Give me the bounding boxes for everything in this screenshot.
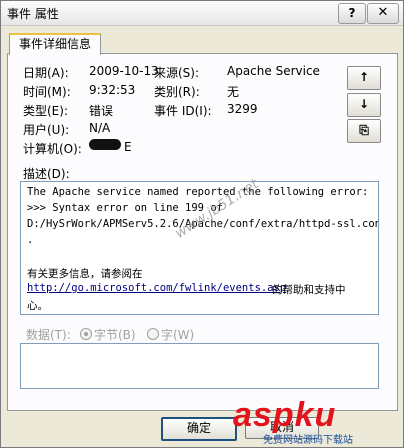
arrow-down-icon: ↓ (358, 97, 370, 111)
time-value: 9:32:53 (89, 83, 136, 97)
computer-label: 计算机(O): (23, 142, 82, 156)
close-button[interactable]: ✕ (367, 3, 399, 24)
category-value: 无 (227, 85, 240, 99)
words-radio-label: 字(W) (161, 328, 195, 342)
tab-event-details[interactable]: 事件详细信息 (9, 33, 101, 55)
description-label: 描述(D): (23, 167, 70, 181)
description-line: 有关更多信息，请参阅在 (27, 268, 143, 280)
category-label: 类别(R): (154, 85, 200, 99)
event-properties-window: 事件 属性 ? ✕ 事件详细信息 日期(A): 2009-10-13 来源(S)… (0, 0, 404, 448)
data-label: 数据(T): (26, 328, 71, 342)
site-logo-subtitle: 免费网站源码下载站 (263, 435, 353, 446)
ok-button[interactable]: 确定 (161, 417, 237, 441)
bytes-radio-label: 字节(B) (94, 328, 136, 342)
date-value: 2009-10-13 (89, 64, 159, 78)
description-line: The Apache service named reported the fo… (27, 186, 369, 198)
words-radio[interactable] (147, 328, 159, 340)
help-link[interactable]: http://go.microsoft.com/fwlink/events.as… (27, 282, 286, 294)
user-label: 用户(U): (23, 123, 70, 137)
event-id-value: 3299 (227, 102, 258, 116)
type-label: 类型(E): (23, 104, 68, 118)
next-event-button[interactable]: ↓ (347, 93, 381, 117)
help-button[interactable]: ? (338, 3, 366, 24)
source-value: Apache Service (227, 64, 320, 78)
description-line: 心。 (27, 300, 48, 312)
time-label: 时间(M): (23, 85, 71, 99)
title-bar[interactable]: 事件 属性 ? ✕ (1, 1, 403, 26)
description-line: 的帮助和支持中 (272, 284, 346, 296)
copy-button[interactable]: ⎘ (347, 119, 381, 143)
copy-icon: ⎘ (359, 123, 369, 137)
redacted-mark (89, 139, 121, 150)
window-title: 事件 属性 (7, 7, 59, 21)
description-textbox[interactable]: The Apache service named reported the fo… (20, 181, 379, 315)
arrow-up-icon: ↑ (358, 70, 370, 84)
computer-value: E (124, 140, 132, 154)
bytes-radio[interactable] (80, 328, 92, 340)
source-label: 来源(S): (154, 66, 200, 80)
event-id-label: 事件 ID(I): (154, 104, 212, 118)
description-line: . (27, 234, 34, 246)
data-textbox[interactable] (20, 343, 379, 389)
previous-event-button[interactable]: ↑ (347, 66, 381, 90)
type-value: 错误 (89, 104, 114, 118)
date-label: 日期(A): (23, 66, 69, 80)
description-line: >>> Syntax error on line 199 of (27, 202, 223, 214)
user-value: N/A (89, 121, 111, 135)
site-logo: aspku (233, 396, 337, 434)
